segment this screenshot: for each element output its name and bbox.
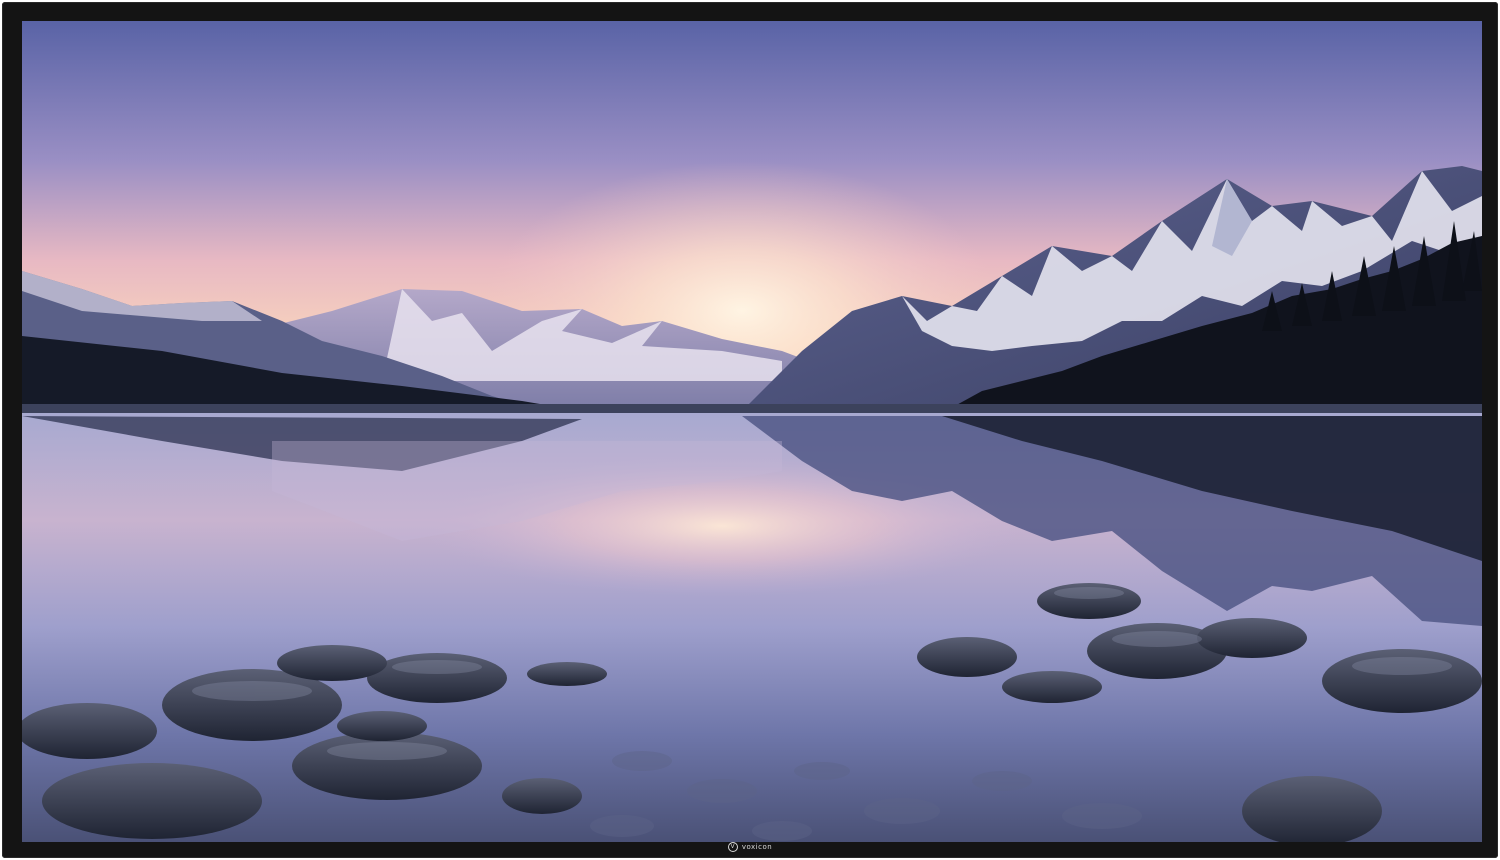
tv-bezel: V voxicon	[2, 2, 1498, 858]
screen	[22, 21, 1482, 842]
brand-badge: V voxicon	[2, 840, 1498, 854]
landscape-wallpaper	[22, 21, 1482, 842]
brand-name: voxicon	[741, 843, 773, 851]
brand-logo-icon: V	[727, 842, 738, 852]
